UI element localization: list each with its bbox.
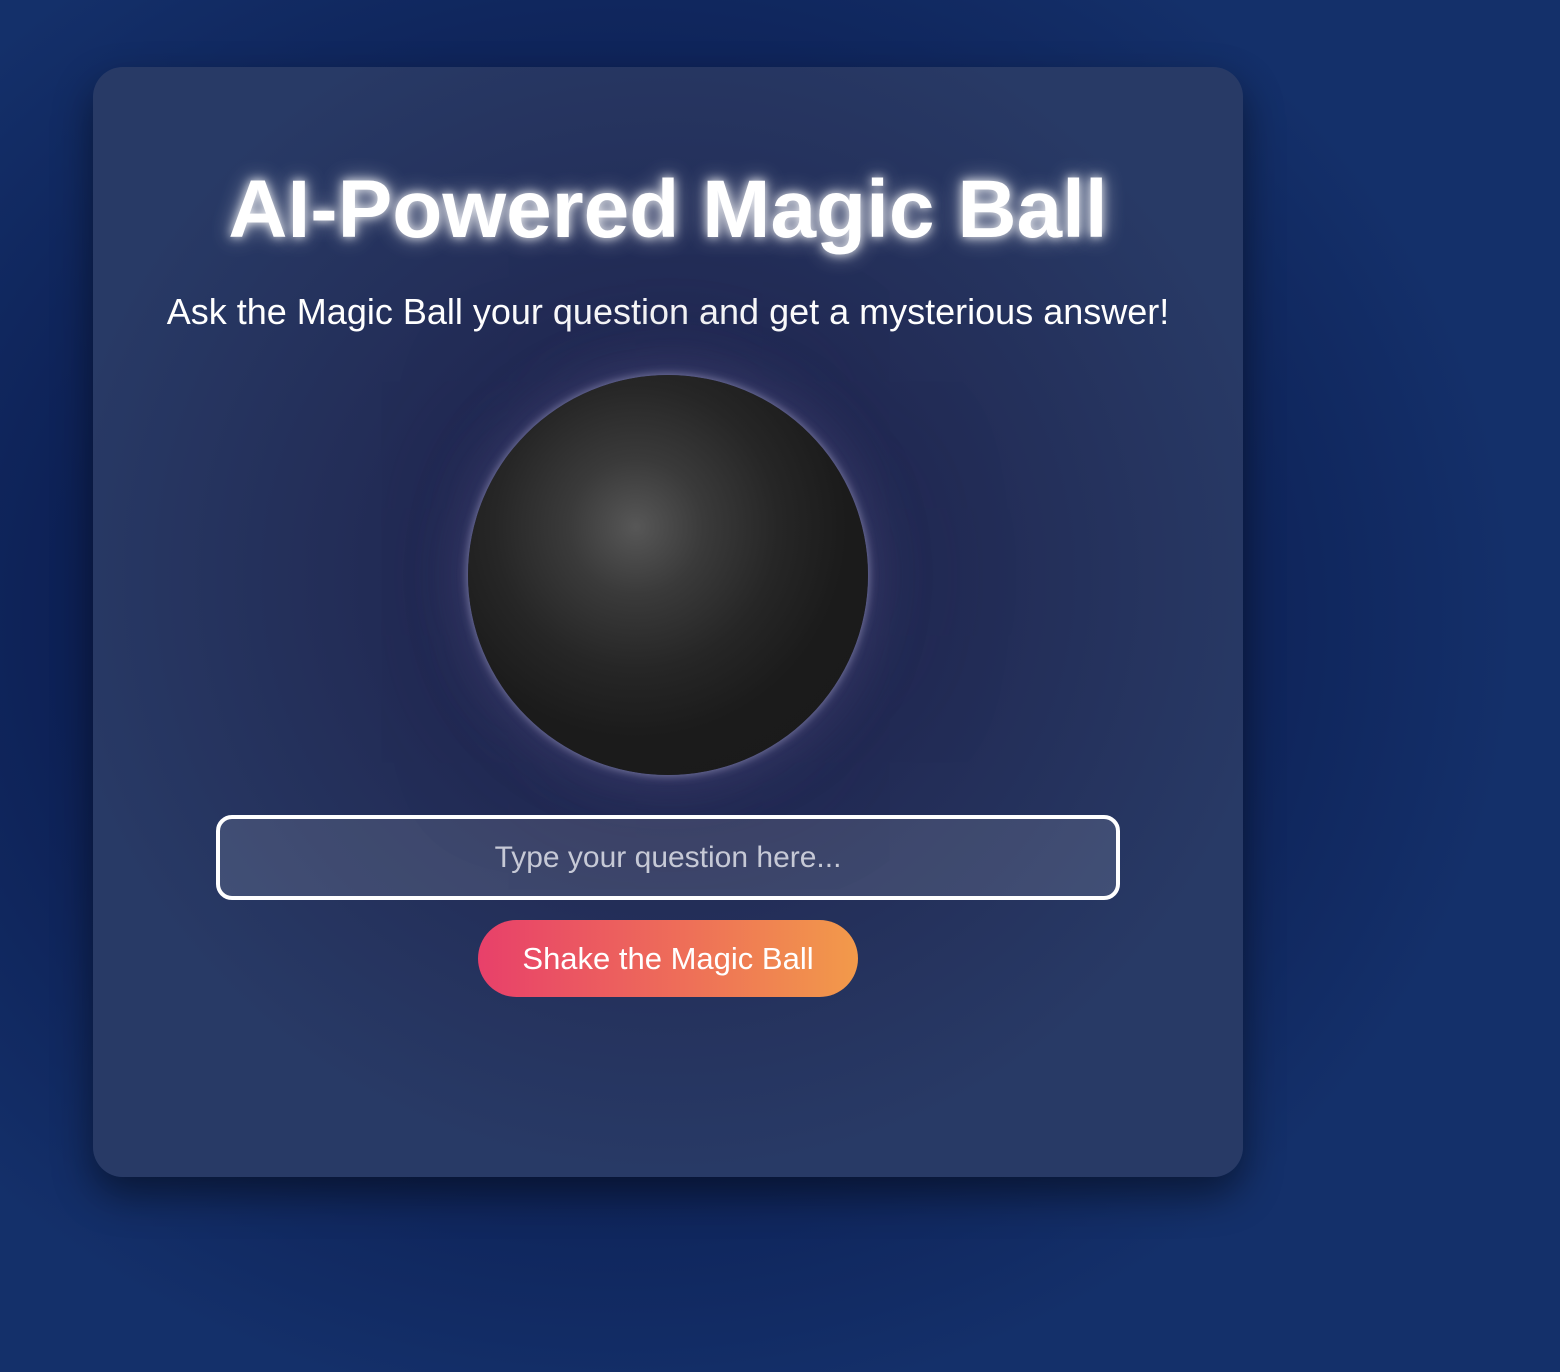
question-input[interactable] bbox=[216, 815, 1120, 900]
magic-ball-card: AI-Powered Magic Ball Ask the Magic Ball… bbox=[93, 67, 1243, 1177]
magic-ball[interactable] bbox=[468, 375, 868, 775]
page-title: AI-Powered Magic Ball bbox=[228, 164, 1108, 255]
shake-magic-ball-button[interactable]: Shake the Magic Ball bbox=[478, 920, 858, 997]
page-subtitle: Ask the Magic Ball your question and get… bbox=[166, 291, 1170, 332]
